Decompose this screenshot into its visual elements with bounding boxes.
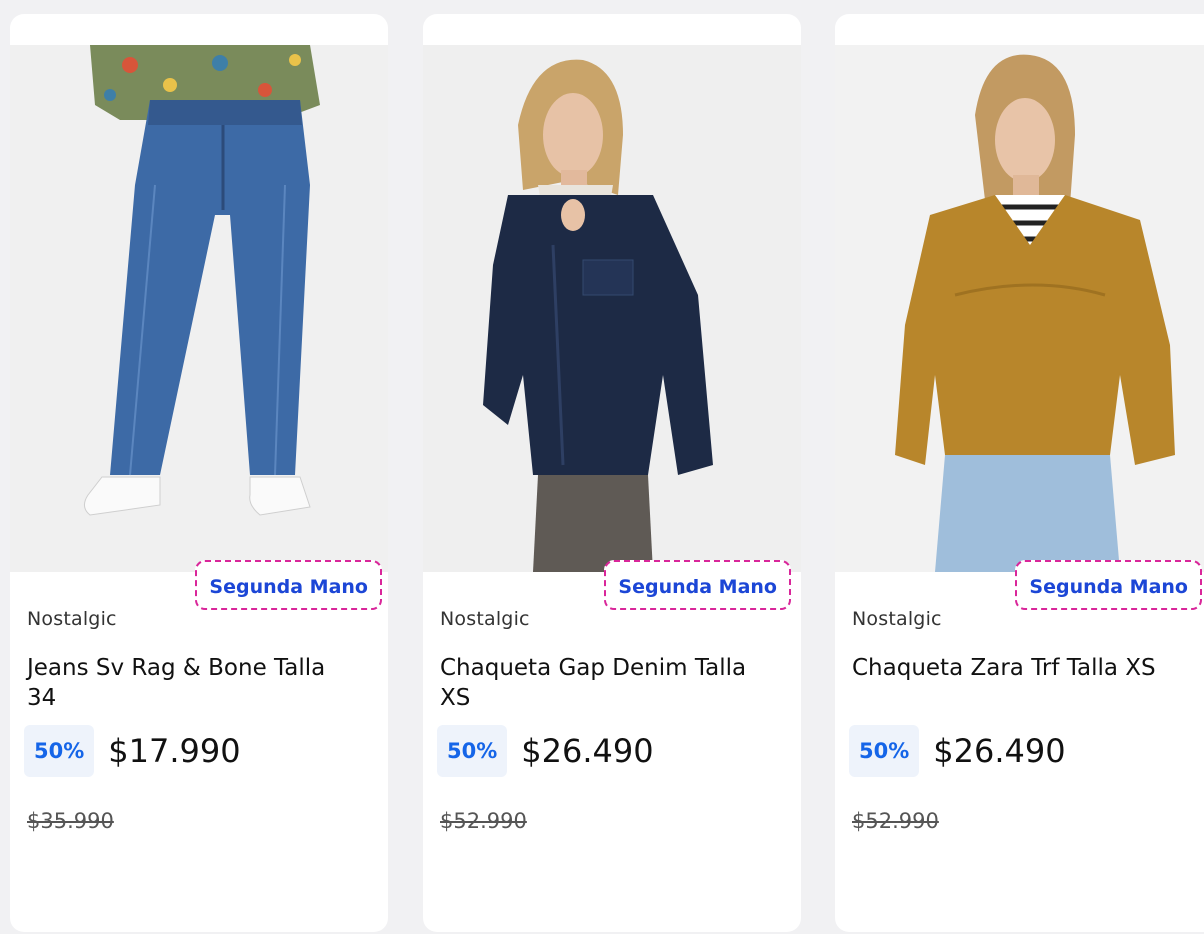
denim-jacket-photo (423, 45, 801, 572)
second-hand-badge: Segunda Mano (604, 560, 791, 610)
product-title[interactable]: Jeans Sv Rag & Bone Talla 34 (27, 653, 357, 713)
second-hand-badge: Segunda Mano (195, 560, 382, 610)
sale-price: $26.490 (933, 732, 1066, 770)
product-image[interactable] (423, 45, 801, 572)
product-brand: Nostalgic (440, 608, 530, 630)
original-price: $35.990 (27, 809, 114, 833)
product-title[interactable]: Chaqueta Zara Trf Talla XS (852, 653, 1182, 683)
product-title[interactable]: Chaqueta Gap Denim Talla XS (440, 653, 770, 713)
discount-badge: 50% (24, 725, 95, 777)
discount-badge: 50% (849, 725, 920, 777)
price-row: 50% $26.490 (437, 725, 654, 777)
product-image[interactable] (835, 45, 1204, 572)
product-image[interactable] (10, 45, 388, 572)
discount-badge: 50% (437, 725, 508, 777)
second-hand-badge: Segunda Mano (1015, 560, 1202, 610)
product-card[interactable]: Segunda Mano Nostalgic Chaqueta Zara Trf… (835, 14, 1204, 932)
original-price: $52.990 (852, 809, 939, 833)
price-row: 50% $17.990 (24, 725, 241, 777)
product-brand: Nostalgic (852, 608, 942, 630)
product-grid: Segunda Mano Nostalgic Jeans Sv Rag & Bo… (0, 0, 1204, 934)
mustard-jacket-photo (835, 45, 1204, 572)
jeans-photo (10, 45, 388, 572)
product-card[interactable]: Segunda Mano Nostalgic Chaqueta Gap Deni… (423, 14, 801, 932)
product-brand: Nostalgic (27, 608, 117, 630)
sale-price: $17.990 (108, 732, 241, 770)
sale-price: $26.490 (521, 732, 654, 770)
original-price: $52.990 (440, 809, 527, 833)
product-card[interactable]: Segunda Mano Nostalgic Jeans Sv Rag & Bo… (10, 14, 388, 932)
price-row: 50% $26.490 (849, 725, 1066, 777)
